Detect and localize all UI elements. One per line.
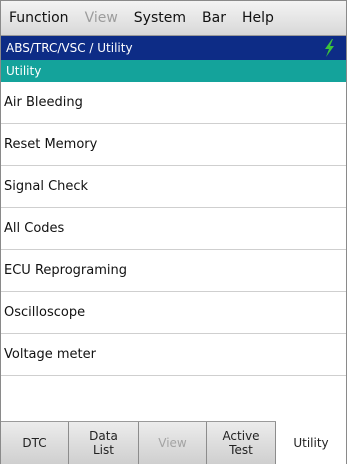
utility-list: Air Bleeding Reset Memory Signal Check A… (1, 82, 346, 412)
bottom-tab-bar: DTC Data List View Active Test Utility (1, 421, 346, 464)
tab-view: View (139, 422, 207, 464)
list-item-air-bleeding[interactable]: Air Bleeding (1, 82, 346, 124)
menu-bar: Function View System Bar Help (1, 1, 346, 36)
list-item-all-codes[interactable]: All Codes (1, 208, 346, 250)
list-item-voltage-meter[interactable]: Voltage meter (1, 334, 346, 376)
tab-dtc[interactable]: DTC (1, 422, 69, 464)
list-item-reset-memory[interactable]: Reset Memory (1, 124, 346, 166)
tab-active-test[interactable]: Active Test (207, 422, 276, 464)
tab-utility[interactable]: Utility (276, 421, 346, 464)
list-item-oscilloscope[interactable]: Oscilloscope (1, 292, 346, 334)
menu-help[interactable]: Help (234, 1, 282, 35)
list-item-signal-check[interactable]: Signal Check (1, 166, 346, 208)
menu-system[interactable]: System (126, 1, 194, 35)
menu-function[interactable]: Function (1, 1, 77, 35)
list-item-ecu-reprograming[interactable]: ECU Reprograming (1, 250, 346, 292)
menu-bar-item[interactable]: Bar (194, 1, 234, 35)
page-title: ABS/TRC/VSC / Utility (6, 41, 133, 55)
menu-view: View (84, 10, 118, 26)
section-header: Utility (1, 60, 346, 82)
section-title: Utility (6, 64, 42, 78)
tab-data-list[interactable]: Data List (69, 422, 139, 464)
lightning-bolt-icon (325, 39, 334, 57)
title-bar: ABS/TRC/VSC / Utility (1, 36, 346, 60)
app-window: Function View System Bar Help ABS/TRC/VS… (0, 0, 347, 464)
